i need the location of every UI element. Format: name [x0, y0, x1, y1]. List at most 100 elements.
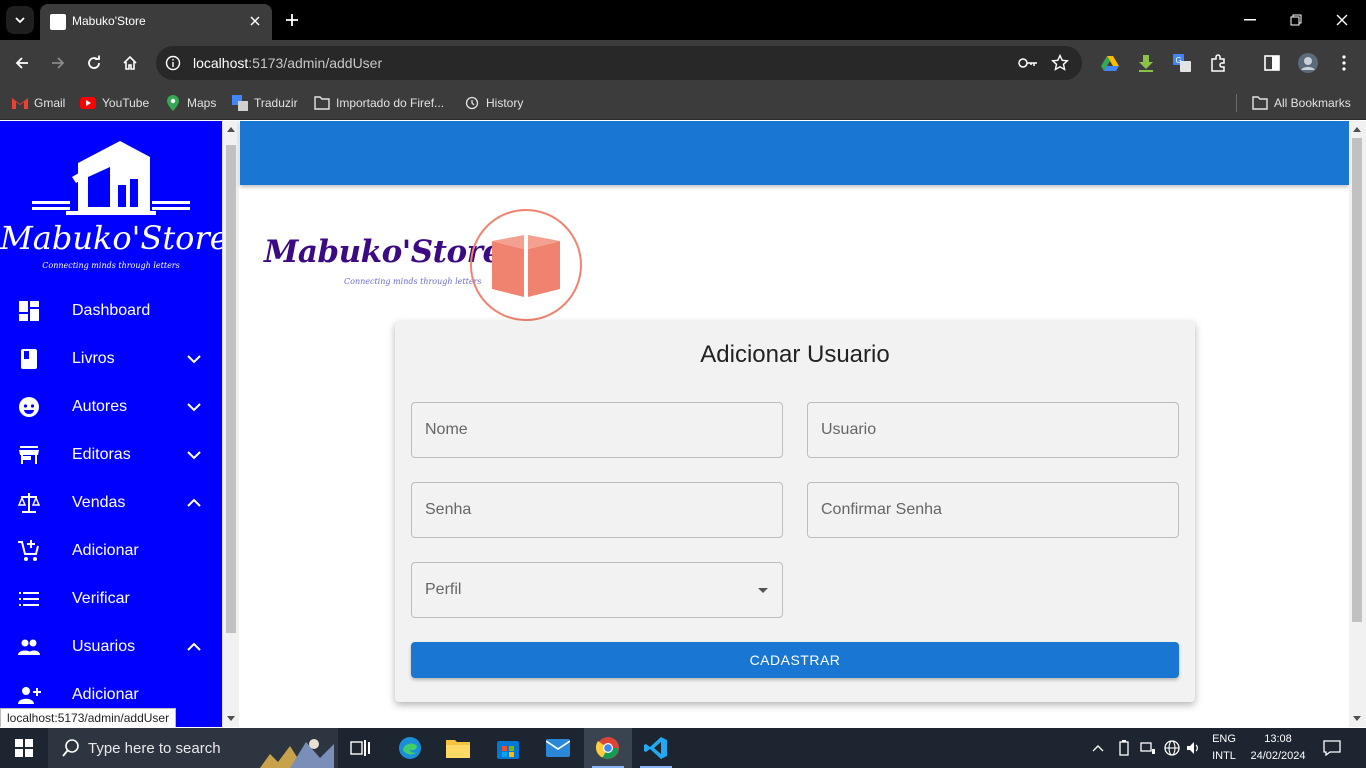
senha-field[interactable] [411, 482, 783, 538]
scroll-up-arrow-icon[interactable] [227, 127, 235, 132]
sidebar-item-autores[interactable]: Autores [0, 383, 222, 431]
notifications-button[interactable] [1322, 738, 1342, 758]
download-extension-icon[interactable] [1136, 53, 1156, 73]
tab-search-button[interactable] [6, 6, 34, 34]
sidebar-item-editoras[interactable]: Editoras [0, 431, 222, 479]
sidebar-item-vendas[interactable]: Vendas [0, 479, 222, 527]
bookmark-history[interactable]: History [464, 94, 523, 112]
sidebar-item-dashboard[interactable]: Dashboard [0, 287, 222, 335]
taskbar-edge[interactable] [386, 728, 434, 768]
reload-button[interactable] [80, 49, 108, 77]
password-key-icon[interactable] [1018, 53, 1038, 73]
new-tab-button[interactable] [280, 8, 304, 32]
back-button[interactable] [8, 49, 36, 77]
form-title: Adicionar Usuario [700, 341, 890, 368]
bookmarks-bar: Gmail YouTube Maps Traduzir Importado do… [0, 86, 1366, 120]
address-bar[interactable]: localhost:5173/admin/addUser [156, 46, 1082, 80]
usuario-input[interactable] [808, 403, 1178, 457]
add-user-form: Adicionar Usuario Perfil CADASTRAR [395, 321, 1195, 702]
chevron-up-icon[interactable] [184, 493, 204, 513]
nome-input[interactable] [412, 403, 782, 457]
store-building-icon [32, 141, 190, 215]
scrollbar-thumb[interactable] [226, 145, 236, 633]
minimize-button[interactable] [1230, 6, 1270, 34]
sidebar-item-vendas-verificar[interactable]: Verificar [0, 575, 222, 623]
close-icon [1336, 14, 1348, 26]
scrollbar-thumb[interactable] [1352, 138, 1362, 622]
translate-extension-icon[interactable]: G [1172, 53, 1192, 73]
open-book-icon [492, 235, 560, 297]
chevron-down-icon[interactable] [184, 445, 204, 465]
face-icon [17, 395, 41, 419]
bookmark-gmail[interactable]: Gmail [12, 94, 65, 112]
people-icon [17, 635, 41, 659]
taskbar-chrome[interactable] [584, 728, 632, 768]
cadastrar-button[interactable]: CADASTRAR [411, 642, 1179, 678]
add-cart-icon [17, 539, 41, 563]
confirmar-senha-field[interactable] [807, 482, 1179, 538]
site-info-icon[interactable] [164, 54, 182, 72]
scroll-down-arrow-icon[interactable] [1353, 716, 1361, 721]
browser-tab[interactable]: Mabuko'Store [40, 4, 272, 40]
taskbar-search-box[interactable]: Type here to search [48, 728, 338, 768]
close-window-button[interactable] [1322, 6, 1362, 34]
bookmark-maps[interactable]: Maps [165, 94, 216, 112]
extensions-puzzle-icon[interactable] [1208, 53, 1228, 73]
minimize-icon [1244, 19, 1256, 21]
chevron-up-icon [1092, 745, 1104, 752]
start-button[interactable] [0, 728, 48, 768]
chevron-up-icon[interactable] [184, 637, 204, 657]
windows-taskbar: Type here to search ENG INTL 13:08 24/02… [0, 728, 1366, 768]
search-highlight-illustration-icon [260, 739, 334, 768]
sidebar-brand-tagline: Connecting minds through letters [42, 261, 180, 270]
tray-volume-icon[interactable] [1184, 738, 1204, 758]
side-panel-icon[interactable] [1262, 53, 1282, 73]
sidebar-item-livros[interactable]: Livros [0, 335, 222, 383]
tray-language-bottom[interactable]: INTL [1208, 750, 1240, 762]
taskbar-vscode[interactable] [632, 728, 680, 768]
more-vert-icon [1342, 55, 1346, 71]
usuario-field[interactable] [807, 402, 1179, 458]
chrome-icon [596, 737, 619, 759]
perfil-select[interactable]: Perfil [411, 562, 783, 618]
bookmark-youtube[interactable]: YouTube [80, 94, 149, 112]
tray-globe-icon[interactable] [1162, 738, 1182, 758]
tray-network-icon[interactable] [1138, 738, 1158, 758]
scroll-down-arrow-icon[interactable] [227, 716, 235, 721]
restore-button[interactable] [1276, 6, 1316, 34]
browser-menu-button[interactable] [1334, 53, 1354, 73]
folder-icon [446, 740, 470, 758]
bookmark-traduzir[interactable]: Traduzir [232, 94, 298, 112]
sidebar-item-vendas-adicionar[interactable]: Adicionar [0, 527, 222, 575]
sidebar-scrollbar[interactable] [222, 121, 239, 727]
taskbar-file-explorer[interactable] [434, 728, 482, 768]
scroll-up-arrow-icon[interactable] [1353, 127, 1361, 132]
all-bookmarks-button[interactable]: All Bookmarks [1252, 94, 1351, 112]
tray-show-hidden-button[interactable] [1088, 738, 1108, 758]
profile-avatar[interactable] [1298, 53, 1318, 73]
bookmark-folder-importado[interactable]: Importado do Firef... [314, 94, 444, 112]
tab-close-button[interactable] [246, 12, 264, 30]
google-drive-icon[interactable] [1100, 53, 1120, 73]
home-button[interactable] [116, 49, 144, 77]
confirmar-senha-input[interactable] [808, 483, 1178, 537]
sidebar-item-usuarios[interactable]: Usuarios [0, 623, 222, 671]
map-pin-icon [165, 95, 181, 111]
page-scrollbar[interactable] [1349, 121, 1366, 727]
forward-button[interactable] [44, 49, 72, 77]
chevron-down-icon[interactable] [184, 397, 204, 417]
tab-title: Mabuko'Store [72, 14, 146, 28]
bookmark-star-icon[interactable] [1050, 53, 1070, 73]
senha-input[interactable] [412, 483, 782, 537]
task-view-button[interactable] [336, 728, 384, 768]
tray-language-top[interactable]: ENG [1208, 733, 1240, 745]
taskbar-mail[interactable] [534, 728, 582, 768]
tray-date[interactable]: 24/02/2024 [1244, 750, 1312, 762]
chevron-down-icon[interactable] [184, 349, 204, 369]
scale-icon [17, 491, 41, 515]
nome-field[interactable] [411, 402, 783, 458]
taskbar-store[interactable] [484, 728, 532, 768]
tray-time[interactable]: 13:08 [1244, 733, 1312, 745]
sidebar: Mabuko'Store Connecting minds through le… [0, 121, 222, 727]
tray-battery-icon[interactable] [1114, 738, 1134, 758]
